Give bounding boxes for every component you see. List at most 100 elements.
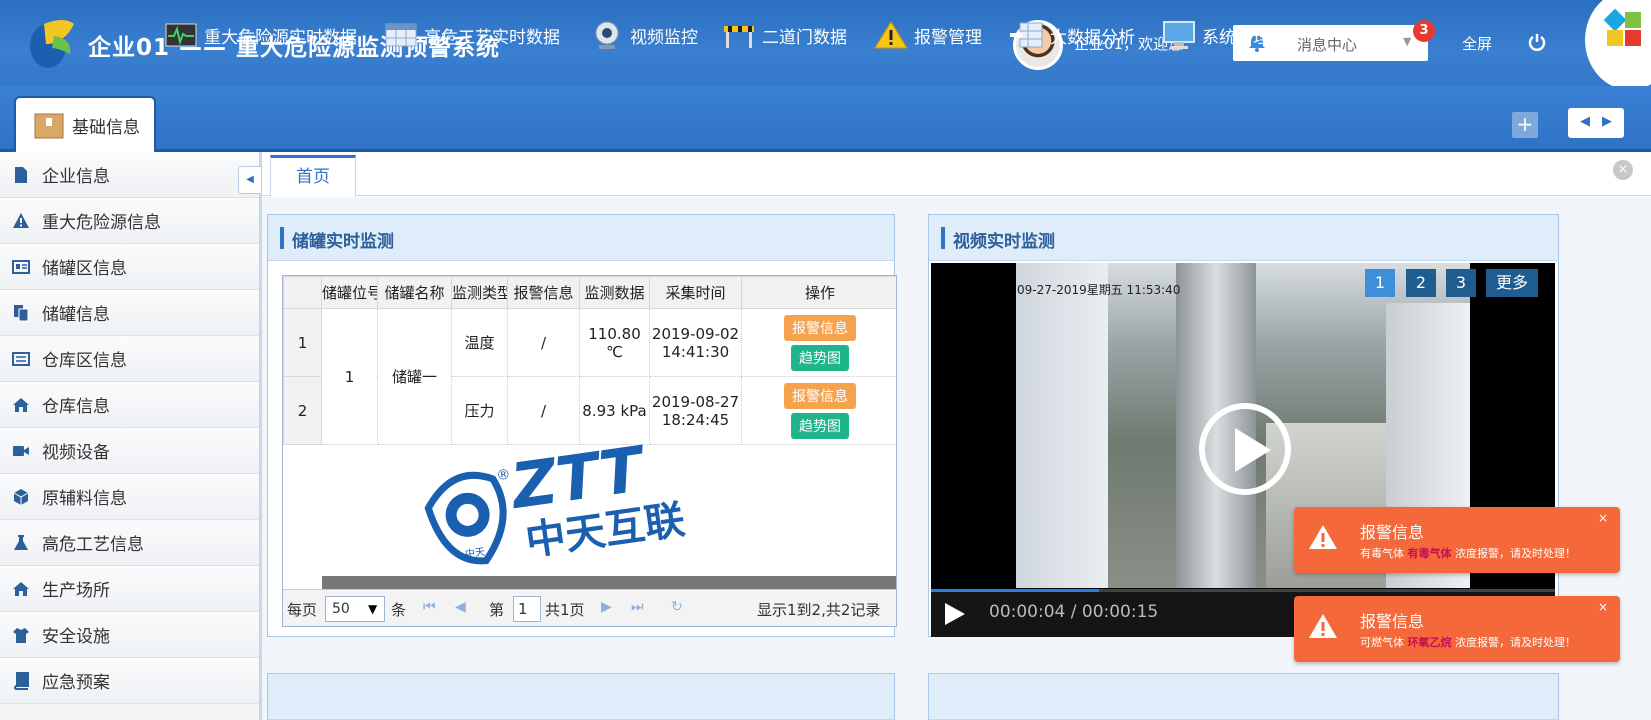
sidebar-item-warehouse-area[interactable]: 仓库区信息 — [0, 336, 259, 382]
nav-hazard-realtime[interactable]: 重大危险源实时数据 — [164, 12, 357, 58]
box-icon — [32, 110, 66, 140]
nav-label: 系统管理 — [1202, 27, 1270, 48]
row-number: 1 — [283, 308, 322, 377]
flask-icon — [14, 534, 28, 550]
nav-basic-info[interactable]: 基础信息 — [14, 96, 156, 152]
arrow-left-icon[interactable]: ◀ — [1580, 114, 1590, 129]
barrier-gate-icon — [722, 20, 756, 50]
sidebar-item-label: 安全设施 — [42, 627, 110, 647]
time-cell: 2019-08-27 18:24:45 — [649, 376, 742, 445]
warning-icon — [13, 212, 29, 228]
sidebar-item-hazard[interactable]: 重大危险源信息 — [0, 198, 259, 244]
play-icon[interactable] — [1199, 403, 1291, 495]
video-player[interactable]: 09-27-2019星期五 11:53:40 1 2 3 更多 00:00:04… — [931, 263, 1555, 637]
sidebar-item-label: 企业信息 — [42, 167, 110, 187]
column-header[interactable]: 监测数据 — [579, 276, 650, 309]
video-monitor-panel: 视频实时监测 09-27-2019星期五 11:53:40 1 2 3 更多 0… — [928, 214, 1559, 637]
warning-icon — [874, 20, 908, 50]
sidebar-item-company[interactable]: 企业信息 — [0, 152, 259, 198]
nav-scroll-arrows: ◀ ▶ — [1568, 108, 1624, 138]
trend-chart-button[interactable]: 趋势图 — [791, 412, 849, 439]
prev-page-icon[interactable]: ◀ — [455, 599, 466, 615]
close-tabs-button[interactable]: × — [1613, 160, 1633, 180]
data-import-icon — [1010, 20, 1044, 50]
tank-data-grid: 储罐位号 储罐名称 监测类型 报警信息 监测数据 采集时间 操作 1 1 储罐一… — [282, 275, 897, 627]
alarm-toast[interactable]: 报警信息 可燃气体 环氧乙烷 浓度报警，请及时处理！ × — [1294, 596, 1620, 662]
svg-text:®: ® — [495, 467, 511, 485]
nav-label: 大数据分析 — [1050, 27, 1135, 48]
horizontal-scrollbar[interactable] — [322, 576, 896, 589]
sidebar: 企业信息 重大危险源信息 储罐区信息 储罐信息 仓库区信息 仓库信息 视频设备 … — [0, 152, 262, 720]
arrow-right-icon[interactable]: ▶ — [1602, 114, 1612, 129]
sidebar-item-tank-area[interactable]: 储罐区信息 — [0, 244, 259, 290]
computer-icon — [1162, 20, 1196, 50]
sidebar-item-emergency[interactable]: 应急预案 — [0, 658, 259, 704]
page-number-input[interactable]: 1 — [513, 596, 541, 622]
close-icon[interactable]: × — [1598, 511, 1608, 525]
power-icon[interactable] — [1527, 32, 1547, 52]
sidebar-collapse-button[interactable]: ◀ — [238, 166, 262, 194]
grid-table-icon — [384, 20, 418, 50]
monitor-wave-icon — [164, 20, 198, 50]
sidebar-item-safety[interactable]: 安全设施 — [0, 612, 259, 658]
panel-header: 视频实时监测 — [929, 215, 1558, 261]
sidebar-item-label: 储罐信息 — [42, 305, 110, 325]
caret-down-icon: ▼ — [368, 602, 378, 616]
camera-2-button[interactable]: 2 — [1406, 269, 1436, 297]
last-page-icon[interactable]: ⏭ — [631, 599, 644, 615]
copy-icon — [14, 304, 29, 321]
column-header[interactable]: 报警信息 — [507, 276, 580, 309]
nav-system[interactable]: 系统管理 — [1162, 12, 1270, 58]
nav-video[interactable]: 视频监控 — [590, 12, 698, 58]
column-header[interactable]: 储罐名称 — [377, 276, 452, 309]
sidebar-item-production-site[interactable]: 生产场所 — [0, 566, 259, 612]
nav-second-gate[interactable]: 二道门数据 — [722, 12, 847, 58]
sidebar-item-process[interactable]: 高危工艺信息 — [0, 520, 259, 566]
column-header[interactable]: 监测类型 — [451, 276, 508, 309]
page-total: 共1页 — [545, 601, 585, 619]
nav-alarm[interactable]: 报警管理 — [874, 12, 982, 58]
camera-1-button[interactable]: 1 — [1365, 269, 1395, 297]
pagination-bar: 每页 50 ▼ 条 ⏮ ◀ 第 1 共1页 ▶ ⏭ ↻ 显示1到2,共2记录 — [283, 589, 896, 626]
chevron-left-icon: ◀ — [246, 174, 254, 185]
alarm-info-button[interactable]: 报警信息 — [784, 382, 856, 409]
first-page-icon[interactable]: ⏮ — [423, 599, 436, 615]
alarm-cell: / — [507, 308, 580, 377]
per-page-select[interactable]: 50 ▼ — [325, 596, 385, 622]
more-cameras-button[interactable]: 更多 — [1486, 269, 1538, 297]
sidebar-item-warehouse[interactable]: 仓库信息 — [0, 382, 259, 428]
sidebar-item-materials[interactable]: 原辅料信息 — [0, 474, 259, 520]
next-page-icon[interactable]: ▶ — [601, 599, 612, 615]
alarm-info-button[interactable]: 报警信息 — [784, 314, 856, 341]
sidebar-item-tank[interactable]: 储罐信息 — [0, 290, 259, 336]
video-camera-icon — [13, 445, 29, 456]
nav-label: 二道门数据 — [762, 27, 847, 48]
add-tab-button[interactable]: + — [1512, 112, 1538, 138]
time-cell: 2019-09-02 14:41:30 — [649, 308, 742, 377]
value-cell: 8.93 kPa — [579, 376, 650, 445]
bottom-right-panel — [928, 673, 1559, 720]
message-count-badge: 3 — [1413, 20, 1435, 42]
camera-3-button[interactable]: 3 — [1446, 269, 1476, 297]
play-icon[interactable] — [945, 603, 965, 625]
message-center-label: 消息中心 — [1297, 36, 1358, 54]
sidebar-item-video-device[interactable]: 视频设备 — [0, 428, 259, 474]
row-number: 2 — [283, 376, 322, 445]
close-icon[interactable]: × — [1598, 600, 1608, 614]
panel-header: 储罐实时监测 — [268, 215, 894, 261]
fullscreen-button[interactable]: 全屏 — [1462, 33, 1492, 54]
sidebar-item-label: 高危工艺信息 — [42, 535, 144, 555]
table-header-row: 储罐位号 储罐名称 监测类型 报警信息 监测数据 采集时间 操作 — [283, 276, 896, 309]
column-header[interactable]: 采集时间 — [649, 276, 742, 309]
trend-chart-button[interactable]: 趋势图 — [791, 344, 849, 371]
tab-home[interactable]: 首页 — [270, 155, 356, 197]
table-row[interactable]: 1 1 储罐一 温度 / 110.80 ℃ 2019-09-02 14:41:3… — [283, 308, 896, 445]
nav-big-data[interactable]: 大数据分析 — [1010, 12, 1135, 58]
video-progress-bar[interactable] — [931, 589, 1555, 592]
refresh-icon[interactable]: ↻ — [671, 599, 683, 615]
alarm-toast[interactable]: 报警信息 有毒气体 有毒气体 浓度报警，请及时处理！ × — [1294, 507, 1620, 573]
column-header[interactable]: 储罐位号 — [321, 276, 378, 309]
nav-process-realtime[interactable]: 高危工艺实时数据 — [384, 12, 560, 58]
nav-label: 报警管理 — [914, 27, 982, 48]
page-prefix: 第 — [489, 601, 505, 619]
